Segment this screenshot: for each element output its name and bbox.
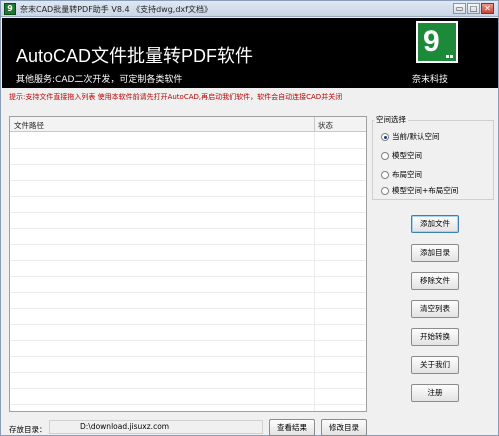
save-directory-label: 存放目录： xyxy=(9,425,47,434)
table-row xyxy=(10,244,366,245)
radio-layout-space[interactable]: 布局空间 xyxy=(381,169,422,179)
logo-mark: 9 xyxy=(423,25,440,58)
table-row xyxy=(10,340,366,341)
table-row xyxy=(10,276,366,277)
banner-subtitle: 其他服务:CAD二次开发，可定制各类软件 xyxy=(16,75,183,85)
table-row xyxy=(10,292,366,293)
table-row xyxy=(10,356,366,357)
header-banner: AutoCAD文件批量转PDF软件 其他服务:CAD二次开发，可定制各类软件 9… xyxy=(2,18,498,88)
radio-model-space[interactable]: 模型空间 xyxy=(381,150,422,160)
radio-label: 布局空间 xyxy=(392,170,422,179)
save-directory-field[interactable]: D:\download.jisuxz.com xyxy=(49,420,263,434)
table-row xyxy=(10,324,366,325)
add-file-button[interactable]: 添加文件 xyxy=(411,215,459,233)
company-name: 奈末科技 xyxy=(412,75,449,85)
maximize-button[interactable]: □ xyxy=(467,3,480,14)
column-header-status[interactable]: 状态 xyxy=(318,120,333,131)
table-row xyxy=(10,148,366,149)
banner-title: AutoCAD文件批量转PDF软件 xyxy=(16,46,254,66)
radio-model-layout-space[interactable]: 模型空间+布局空间 xyxy=(381,185,458,195)
radio-icon[interactable] xyxy=(381,151,389,160)
radio-current-space[interactable]: 当前/默认空间 xyxy=(381,131,440,141)
title-bar: 9 奈末CAD批量转PDF助手 V8.4 《支持dwg,dxf文档》 ▭ □ ✕ xyxy=(1,1,498,17)
close-button[interactable]: ✕ xyxy=(481,3,494,14)
remove-file-button[interactable]: 移除文件 xyxy=(411,272,459,290)
column-divider[interactable] xyxy=(314,117,315,132)
radio-icon[interactable] xyxy=(381,186,389,195)
table-row xyxy=(10,164,366,165)
column-gridline xyxy=(314,132,315,411)
view-result-button[interactable]: 查看结果 xyxy=(269,419,315,436)
space-selection-legend: 空间选择 xyxy=(374,114,408,125)
file-list[interactable]: 文件路径 状态 xyxy=(9,116,367,412)
clear-list-button[interactable]: 清空列表 xyxy=(411,300,459,318)
window-title: 奈末CAD批量转PDF助手 V8.4 《支持dwg,dxf文档》 xyxy=(20,5,212,14)
table-row xyxy=(10,308,366,309)
add-directory-button[interactable]: 添加目录 xyxy=(411,244,459,262)
hint-text: 提示:支持文件直接拖入列表 使用本软件前请先打开AutoCAD,再启动我们软件，… xyxy=(9,93,343,101)
app-icon: 9 xyxy=(4,3,16,15)
radio-label: 模型空间 xyxy=(392,151,422,160)
logo-dots xyxy=(446,51,456,58)
table-row xyxy=(10,260,366,261)
table-row xyxy=(10,196,366,197)
table-row xyxy=(10,180,366,181)
company-logo: 9 xyxy=(416,21,458,63)
radio-label: 模型空间+布局空间 xyxy=(392,186,459,195)
table-row xyxy=(10,372,366,373)
about-button[interactable]: 关于我们 xyxy=(411,356,459,374)
table-row xyxy=(10,228,366,229)
minimize-button[interactable]: ▭ xyxy=(453,3,466,14)
table-row xyxy=(10,404,366,405)
app-window: 9 奈末CAD批量转PDF助手 V8.4 《支持dwg,dxf文档》 ▭ □ ✕… xyxy=(0,0,499,436)
modify-directory-button[interactable]: 修改目录 xyxy=(321,419,367,436)
radio-label: 当前/默认空间 xyxy=(392,132,440,141)
register-button[interactable]: 注册 xyxy=(411,384,459,402)
table-row xyxy=(10,388,366,389)
radio-icon[interactable] xyxy=(381,170,389,179)
column-header-path[interactable]: 文件路径 xyxy=(14,120,44,131)
radio-checked-icon[interactable] xyxy=(381,132,389,141)
start-convert-button[interactable]: 开始转换 xyxy=(411,328,459,346)
file-list-header: 文件路径 状态 xyxy=(10,117,366,132)
table-row xyxy=(10,212,366,213)
